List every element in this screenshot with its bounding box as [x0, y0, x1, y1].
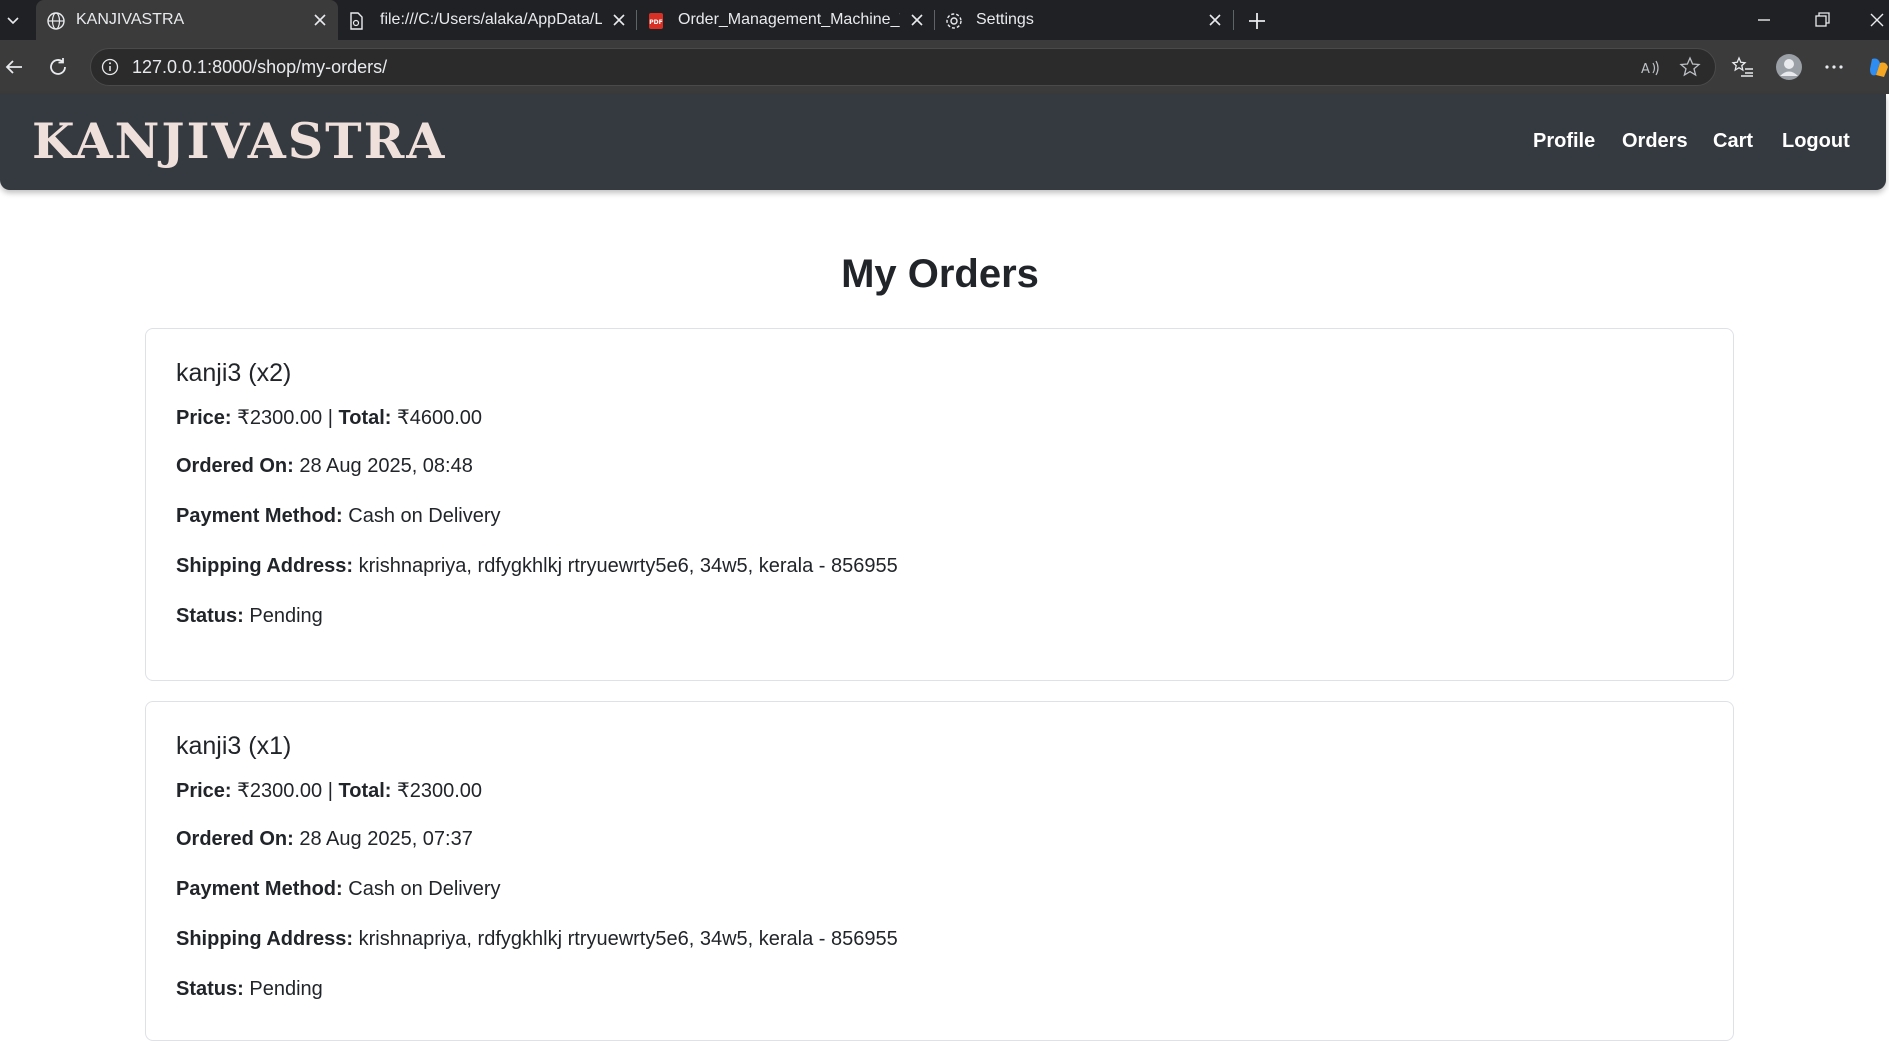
order-date-line: Ordered On: 28 Aug 2025, 08:48 — [176, 455, 473, 478]
shipping-address-label: Shipping Address: — [176, 555, 354, 577]
order-price-line: Price: ₹2300.00 | Total: ₹2300.00 — [176, 778, 482, 803]
total-value: ₹2300.00 — [397, 780, 483, 802]
price-value: ₹2300.00 — [237, 407, 323, 429]
price-value: ₹2300.00 — [237, 780, 323, 802]
order-date-line: Ordered On: 28 Aug 2025, 07:37 — [176, 828, 473, 851]
more-options-icon[interactable] — [1822, 55, 1846, 79]
nav-cart-link[interactable]: Cart — [1713, 130, 1753, 153]
total-value: ₹4600.00 — [397, 407, 483, 429]
order-price-line: Price: ₹2300.00 | Total: ₹4600.00 — [176, 405, 482, 430]
status-label: Status: — [176, 978, 244, 1000]
brand-logo-text[interactable]: KANJIVASTRA — [32, 112, 446, 170]
svg-text:PDF: PDF — [649, 19, 662, 26]
payment-method-label: Payment Method: — [176, 505, 343, 527]
globe-icon — [47, 12, 65, 30]
copilot-icon[interactable] — [1866, 55, 1889, 79]
browser-toolbar: 127.0.0.1:8000/shop/my-orders/ A — [0, 40, 1889, 94]
payment-method-value: Cash on Delivery — [348, 878, 501, 900]
shipping-address-value: krishnapriya, rdfygkhlkj rtryuewrty5e6, … — [358, 555, 898, 577]
pdf-icon: PDF — [649, 13, 663, 29]
tab-title: file:///C:/Users/alaka/AppData/Lo — [380, 11, 602, 28]
url-text[interactable]: 127.0.0.1:8000/shop/my-orders/ — [132, 57, 387, 78]
close-window-icon[interactable] — [1865, 8, 1889, 32]
browser-tab-kanjivastra[interactable]: KANJIVASTRA — [36, 0, 338, 40]
favorite-star-icon[interactable] — [1679, 56, 1701, 78]
ordered-on-label: Ordered On: — [176, 455, 294, 477]
total-label: Total: — [338, 780, 392, 802]
tab-title: KANJIVASTRA — [76, 11, 185, 28]
order-status-line: Status: Pending — [176, 605, 323, 628]
payment-method-value: Cash on Delivery — [348, 505, 501, 527]
close-tab-icon[interactable] — [908, 11, 926, 29]
order-item-title: kanji3 (x2) — [176, 359, 292, 387]
minimize-window-icon[interactable] — [1752, 8, 1776, 32]
tab-separator — [934, 10, 935, 30]
tab-separator — [636, 10, 637, 30]
status-label: Status: — [176, 605, 244, 627]
tab-title: Order_Management_Machine_Tes — [678, 11, 900, 28]
browser-tab-settings[interactable]: Settings — [936, 0, 1232, 40]
address-bar[interactable]: 127.0.0.1:8000/shop/my-orders/ A — [90, 48, 1716, 86]
profile-avatar-icon[interactable] — [1775, 53, 1803, 81]
order-card: kanji3 (x1) Price: ₹2300.00 | Total: ₹23… — [145, 701, 1734, 1041]
price-label: Price: — [176, 407, 232, 429]
order-address-line: Shipping Address: krishnapriya, rdfygkhl… — [176, 928, 898, 951]
total-label: Total: — [338, 407, 392, 429]
price-label: Price: — [176, 780, 232, 802]
browser-tab-pdf[interactable]: PDF Order_Management_Machine_Tes — [638, 0, 934, 40]
close-tab-icon[interactable] — [311, 11, 329, 29]
page-title: My Orders — [841, 252, 1039, 296]
browser-tab-file[interactable]: file:///C:/Users/alaka/AppData/Lo — [338, 0, 636, 40]
ordered-on-label: Ordered On: — [176, 828, 294, 850]
price-separator: | — [327, 407, 333, 429]
ordered-on-value: 28 Aug 2025, 07:37 — [299, 828, 473, 850]
reload-icon[interactable] — [46, 55, 70, 79]
order-status-line: Status: Pending — [176, 978, 323, 1001]
order-payment-line: Payment Method: Cash on Delivery — [176, 878, 501, 901]
tab-list-chevron-icon[interactable] — [0, 6, 26, 34]
order-payment-line: Payment Method: Cash on Delivery — [176, 505, 501, 528]
shipping-address-label: Shipping Address: — [176, 928, 354, 950]
gear-icon — [946, 13, 962, 29]
order-item-title: kanji3 (x1) — [176, 732, 292, 760]
browser-tab-strip: KANJIVASTRA file:///C:/Users/alaka/AppDa… — [0, 0, 1889, 40]
close-tab-icon[interactable] — [1206, 11, 1224, 29]
close-tab-icon[interactable] — [610, 11, 628, 29]
order-card: kanji3 (x2) Price: ₹2300.00 | Total: ₹46… — [145, 328, 1734, 681]
shipping-address-value: krishnapriya, rdfygkhlkj rtryuewrty5e6, … — [358, 928, 898, 950]
ordered-on-value: 28 Aug 2025, 08:48 — [299, 455, 473, 477]
read-aloud-icon[interactable]: A — [1639, 57, 1661, 79]
back-arrow-icon[interactable] — [2, 55, 26, 79]
status-value: Pending — [249, 978, 323, 1000]
new-tab-plus-icon[interactable] — [1244, 8, 1270, 34]
tab-separator — [1233, 10, 1234, 30]
payment-method-label: Payment Method: — [176, 878, 343, 900]
status-value: Pending — [249, 605, 323, 627]
nav-logout-link[interactable]: Logout — [1782, 130, 1850, 153]
tab-title: Settings — [976, 11, 1034, 28]
nav-orders-link[interactable]: Orders — [1622, 130, 1688, 153]
price-separator: | — [327, 780, 333, 802]
order-address-line: Shipping Address: krishnapriya, rdfygkhl… — [176, 555, 898, 578]
site-navbar: KANJIVASTRA Profile Orders Cart Logout — [0, 94, 1886, 190]
restore-window-icon[interactable] — [1810, 8, 1834, 32]
svg-text:A: A — [1641, 62, 1650, 77]
favorites-list-icon[interactable] — [1731, 55, 1755, 79]
file-icon — [350, 12, 363, 30]
nav-profile-link[interactable]: Profile — [1533, 130, 1595, 153]
site-info-icon[interactable] — [101, 58, 119, 76]
